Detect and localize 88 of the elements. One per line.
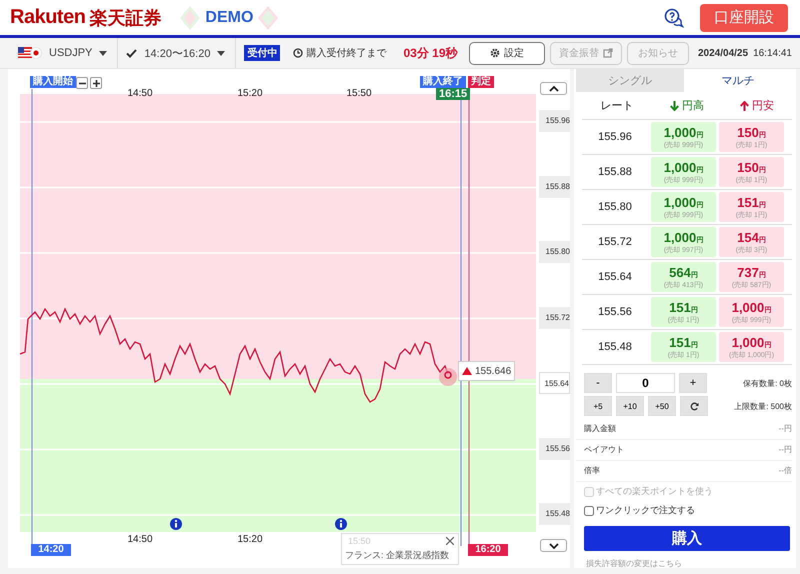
open-account-button[interactable]: 口座開設 xyxy=(700,4,788,32)
purchase-start-label: 購入開始 xyxy=(30,76,76,88)
summary-value: --倍 xyxy=(778,465,792,476)
clock-time: 16:14:41 xyxy=(753,48,792,58)
summary-label: 倍率 xyxy=(584,465,600,476)
date: 2024/04/25 xyxy=(698,48,748,58)
rate-value: 155.56 xyxy=(597,306,633,318)
held-quantity: 保有数量: 0枚 xyxy=(743,378,792,388)
column-header: 円安 xyxy=(752,98,774,113)
chevron-down-icon xyxy=(548,542,558,548)
summary-label: ペイアウト xyxy=(584,444,624,455)
summary-value: --円 xyxy=(778,423,792,434)
currency-pair[interactable]: USDJPY xyxy=(49,47,92,59)
option-label: すべての楽天ポイントを使う xyxy=(596,485,713,498)
add-quantity-button[interactable]: +10 xyxy=(616,396,644,416)
time-axis-label: 14:50 xyxy=(126,534,154,545)
arrow-down-icon xyxy=(670,100,679,110)
demo-label: DEMO xyxy=(205,8,254,26)
brand-logo: Rakuten xyxy=(10,6,86,29)
diamond-icon xyxy=(179,4,202,30)
summary-value: --円 xyxy=(778,444,792,455)
clock-icon xyxy=(293,48,304,58)
time-axis-label: 15:50 xyxy=(345,88,373,99)
column-header: レート xyxy=(600,99,634,113)
tab[interactable]: シングル xyxy=(576,69,684,92)
info-icon[interactable] xyxy=(335,518,347,530)
loss-limit-link[interactable]: 損失許容額の変更はこちら xyxy=(586,558,792,569)
reset-button[interactable] xyxy=(680,396,708,416)
external-link-icon xyxy=(603,48,613,58)
start-time-label: 14:20 xyxy=(31,544,71,556)
time-axis-label: 15:20 xyxy=(236,88,264,99)
diamond-icon xyxy=(257,4,280,30)
minus-icon xyxy=(78,80,86,86)
judgment-time-label: 16:20 xyxy=(468,544,508,556)
quantity-field[interactable]: 0 xyxy=(616,373,675,393)
rate-value: 155.80 xyxy=(597,201,633,213)
add-quantity-button[interactable]: +50 xyxy=(648,396,676,416)
session-time[interactable]: 14:20〜16:20 xyxy=(144,46,210,60)
add-quantity-button[interactable]: +5 xyxy=(584,396,612,416)
tooltip-text: フランス: 企業景況感指数 xyxy=(345,549,450,562)
chevron-up-icon xyxy=(548,86,558,92)
price-axis-label: 155.64 xyxy=(539,372,570,394)
column-header: 円高 xyxy=(682,98,704,113)
caret-icon xyxy=(217,50,226,56)
price-axis-label: 155.48 xyxy=(539,503,570,525)
price-axis-label: 155.96 xyxy=(539,110,570,132)
time-axis-label: 15:20 xyxy=(236,534,264,545)
scroll-down-button[interactable] xyxy=(540,539,567,552)
arrow-up-icon xyxy=(740,100,749,110)
max-quantity: 上限数量: 500枚 xyxy=(734,400,792,412)
caret-icon xyxy=(99,50,108,56)
time-axis-label: 14:50 xyxy=(126,88,154,99)
check-icon xyxy=(126,48,138,58)
rate-value: 155.64 xyxy=(597,271,633,283)
summary-label: 購入金額 xyxy=(584,423,616,434)
decrease-button[interactable]: - xyxy=(584,373,612,393)
buy-button[interactable]: 購入 xyxy=(584,526,790,551)
price-axis-label: 155.80 xyxy=(539,241,570,263)
current-price: 155.646 xyxy=(475,366,512,376)
judgment-label: 判定 xyxy=(468,76,494,88)
countdown: 03分 19秒 xyxy=(403,44,458,62)
zoom-out-button[interactable] xyxy=(76,77,88,89)
close-button[interactable] xyxy=(445,536,455,546)
zoom-in-button[interactable] xyxy=(90,77,102,89)
up-triangle-icon xyxy=(462,367,472,375)
option-label: ワンクリックで注文する xyxy=(596,504,695,517)
info-icon[interactable] xyxy=(170,518,182,530)
toolbar-button[interactable]: 設定 xyxy=(469,42,545,64)
countdown-label: 購入受付終了まで xyxy=(306,46,386,60)
rate-value: 155.48 xyxy=(597,341,633,353)
help-chat-icon[interactable] xyxy=(664,8,684,28)
end-time-label: 16:15 xyxy=(436,88,470,100)
gear-icon xyxy=(490,48,500,58)
increase-button[interactable]: + xyxy=(679,373,707,393)
flag-icon xyxy=(18,46,42,60)
rate-value: 155.72 xyxy=(597,236,633,248)
rate-value: 155.96 xyxy=(597,131,633,143)
price-axis-label: 155.88 xyxy=(539,176,570,198)
rate-value: 155.88 xyxy=(597,166,633,178)
refresh-icon xyxy=(690,402,698,410)
plus-icon xyxy=(92,80,100,86)
scroll-up-button[interactable] xyxy=(540,82,567,95)
brand-name: 楽天証券 xyxy=(89,6,162,30)
status-badge: 受付中 xyxy=(244,45,280,61)
checkbox[interactable] xyxy=(584,506,594,516)
price-axis-label: 155.56 xyxy=(539,438,570,460)
price-axis-label: 155.72 xyxy=(539,306,570,328)
purchase-end-label: 購入終了 xyxy=(420,76,466,88)
